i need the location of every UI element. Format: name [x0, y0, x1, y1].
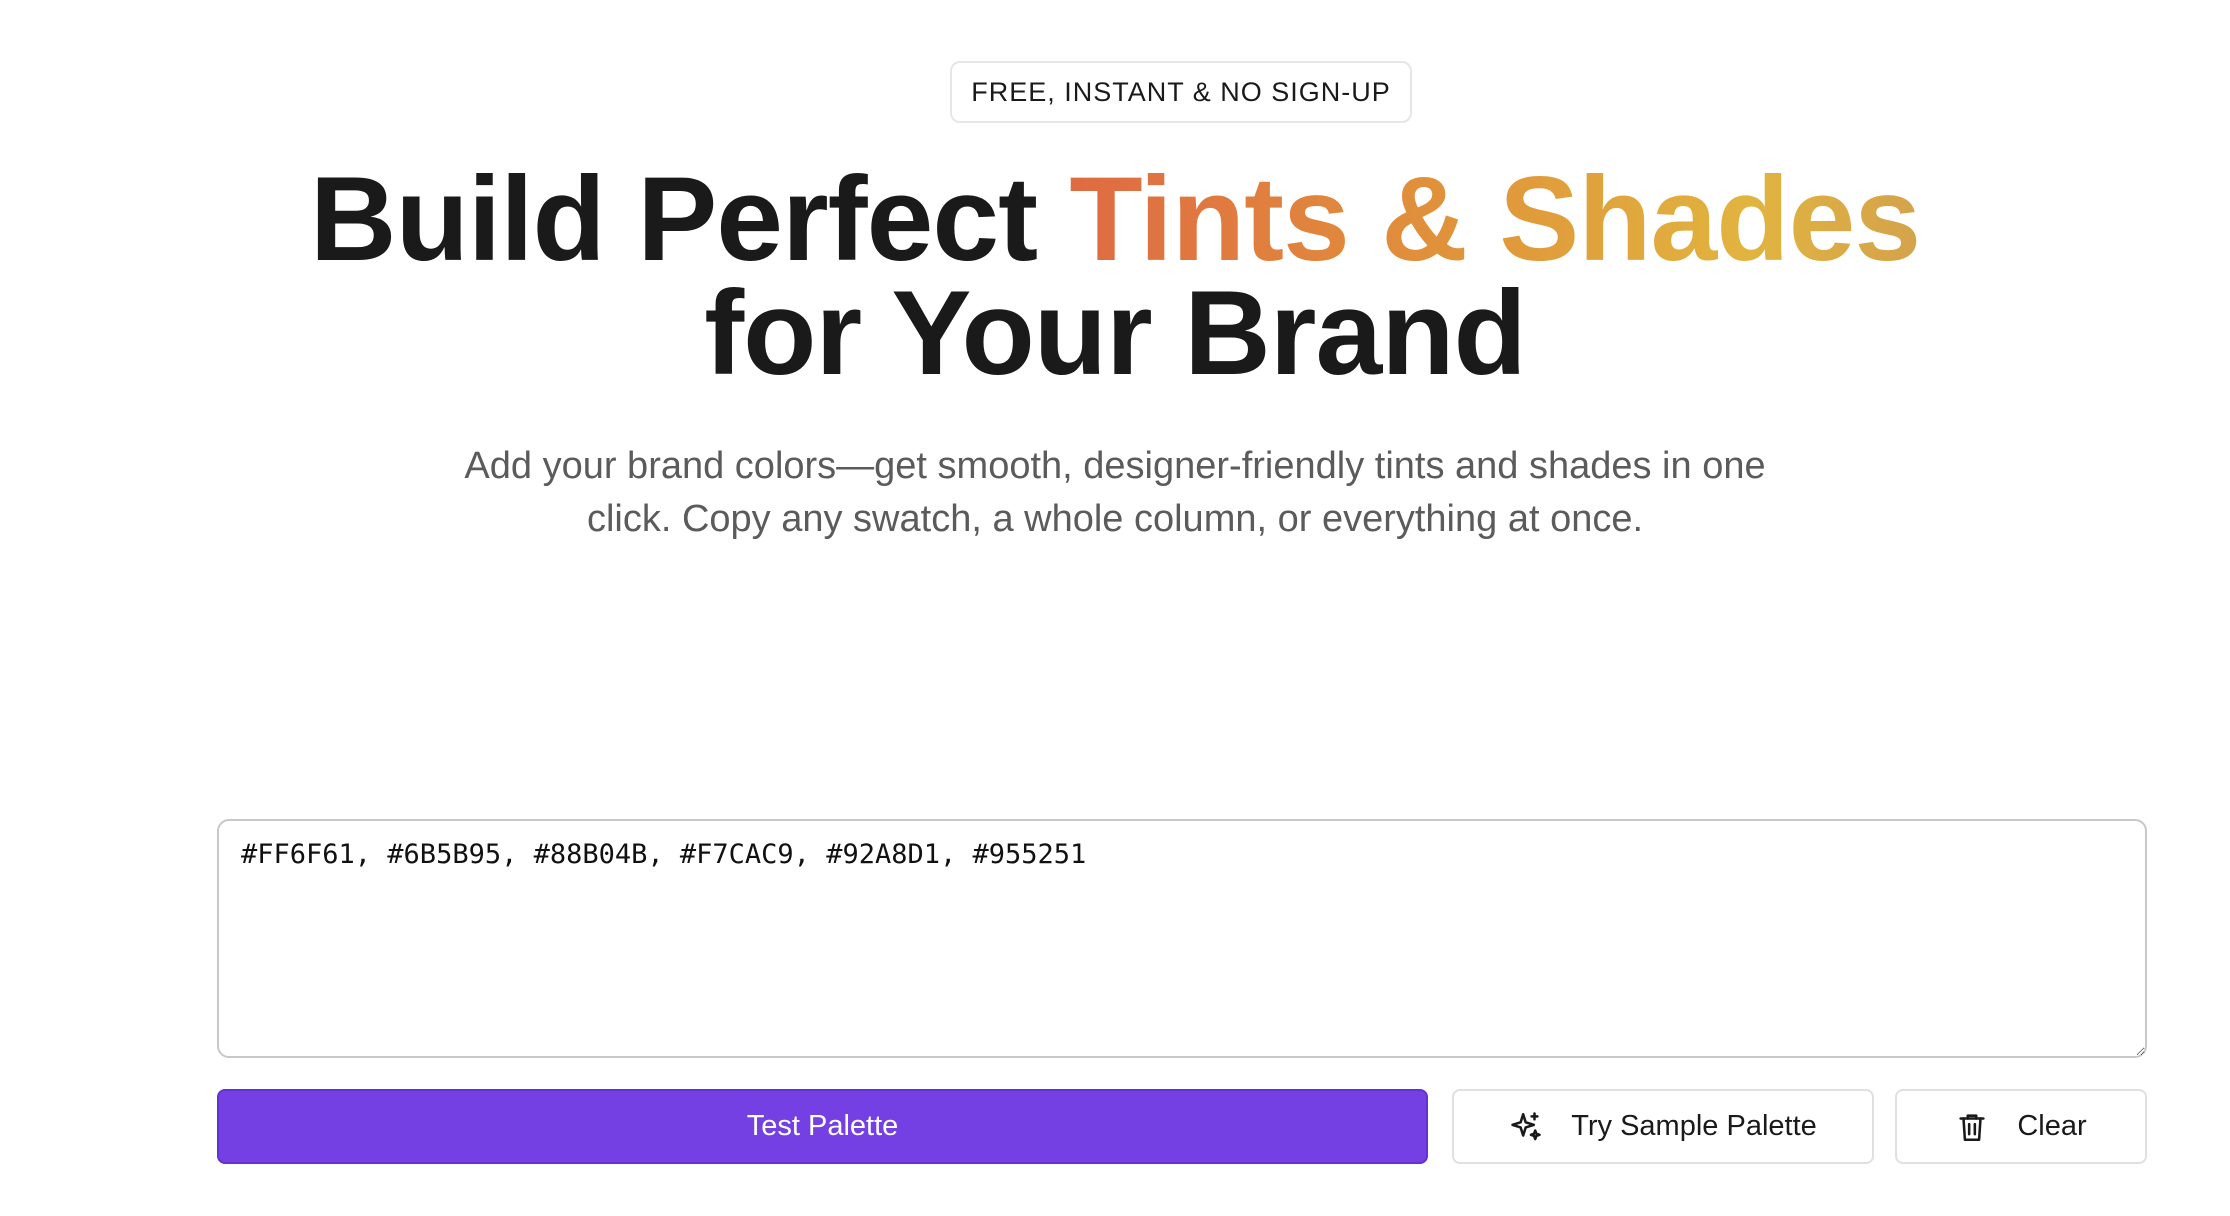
try-sample-palette-button[interactable]: Try Sample Palette — [1452, 1089, 1874, 1164]
title-line-2: for Your Brand — [704, 266, 1527, 400]
clear-button[interactable]: Clear — [1895, 1089, 2147, 1164]
sparkles-icon — [1509, 1110, 1543, 1144]
subtitle-line-1: Add your brand colors—get smooth, design… — [464, 445, 1766, 487]
palette-input[interactable]: #FF6F61, #6B5B95, #88B04B, #F7CAC9, #92A… — [217, 819, 2147, 1058]
trash-icon — [1955, 1110, 1989, 1144]
try-sample-palette-label: Try Sample Palette — [1571, 1110, 1817, 1142]
page-subtitle: Add your brand colors—get smooth, design… — [440, 440, 1790, 546]
test-palette-button[interactable]: Test Palette — [217, 1089, 1428, 1164]
test-palette-label: Test Palette — [746, 1110, 899, 1142]
clear-label: Clear — [2017, 1110, 2087, 1142]
free-badge-label: FREE, INSTANT & NO SIGN-UP — [971, 76, 1391, 107]
subtitle-line-2: click. Copy any swatch, a whole column, … — [586, 498, 1644, 540]
page-title: Build Perfect Tints & Shades for Your Br… — [0, 159, 2230, 400]
free-badge: FREE, INSTANT & NO SIGN-UP — [950, 61, 1412, 123]
title-line-1: Build Perfect Tints & Shades — [0, 159, 2230, 279]
